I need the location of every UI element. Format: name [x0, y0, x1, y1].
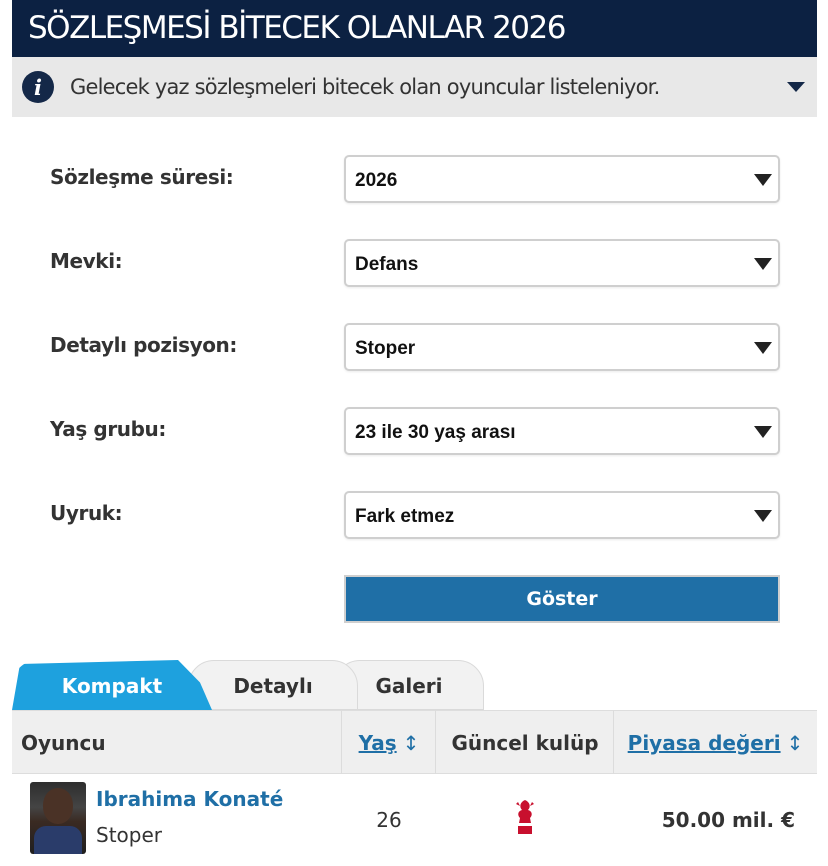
- filter-label: Mevki:: [50, 249, 123, 273]
- sort-icon[interactable]: ↕: [403, 731, 420, 755]
- contract-select[interactable]: 2026: [344, 155, 780, 203]
- dropdown-arrow-icon: [754, 426, 772, 438]
- filter-label: Yaş grubu:: [50, 417, 166, 441]
- filter-label: Detaylı pozisyon:: [50, 333, 237, 357]
- sort-icon[interactable]: ↕: [787, 731, 804, 755]
- age-group-select[interactable]: 23 ile 30 yaş arası: [344, 407, 780, 455]
- filter-row-position: Mevki: Defans: [12, 239, 817, 287]
- sort-market-value-link[interactable]: Piyasa değeri: [628, 731, 781, 755]
- column-header-market-value[interactable]: Piyasa değeri ↕: [614, 711, 817, 775]
- info-text: Gelecek yaz sözleşmeleri bitecek olan oy…: [70, 75, 660, 99]
- select-value: 2026: [355, 170, 398, 191]
- dropdown-arrow-icon: [754, 510, 772, 522]
- filter-row-contract: Sözleşme süresi: 2026: [12, 155, 817, 203]
- column-header-player: Oyuncu: [21, 731, 106, 755]
- table-row: Ibrahima Konaté Stoper 26 50.00 mil. €: [12, 774, 817, 866]
- player-name-link[interactable]: Ibrahima Konaté: [96, 787, 283, 811]
- liverpool-crest-icon[interactable]: [510, 796, 540, 838]
- filter-form: Sözleşme süresi: 2026 Mevki: Defans Deta…: [12, 117, 817, 657]
- tab-kompakt[interactable]: Kompakt: [12, 660, 212, 710]
- select-value: Defans: [355, 254, 419, 275]
- show-button[interactable]: Göster: [344, 575, 780, 623]
- filter-row-age-group: Yaş grubu: 23 ile 30 yaş arası: [12, 407, 817, 455]
- player-age: 26: [376, 808, 402, 832]
- filter-row-detailed-position: Detaylı pozisyon: Stoper: [12, 323, 817, 371]
- table-header: Oyuncu Yaş ↕ Güncel kulüp Piyasa değeri …: [12, 710, 817, 774]
- dropdown-arrow-icon: [754, 342, 772, 354]
- page: SÖZLEŞMESİ BİTECEK OLANLAR 2026 i Gelece…: [0, 0, 828, 866]
- select-value: Stoper: [355, 338, 416, 359]
- player-position: Stoper: [96, 823, 162, 847]
- filter-label: Uyruk:: [50, 501, 123, 525]
- info-icon: i: [22, 71, 54, 103]
- select-value: Fark etmez: [355, 506, 455, 527]
- page-title: SÖZLEŞMESİ BİTECEK OLANLAR 2026: [12, 0, 817, 57]
- view-tabs: Galeri Detaylı Kompakt: [12, 660, 817, 710]
- tab-detayli[interactable]: Detaylı: [188, 660, 358, 710]
- detailed-position-select[interactable]: Stoper: [344, 323, 780, 371]
- position-select[interactable]: Defans: [344, 239, 780, 287]
- column-header-age[interactable]: Yaş ↕: [342, 711, 436, 775]
- chevron-down-icon[interactable]: [787, 82, 805, 92]
- sort-age-link[interactable]: Yaş: [359, 731, 397, 755]
- column-header-club: Güncel kulüp: [451, 731, 599, 755]
- dropdown-arrow-icon: [754, 258, 772, 270]
- nationality-select[interactable]: Fark etmez: [344, 491, 780, 539]
- select-value: 23 ile 30 yaş arası: [355, 422, 516, 443]
- info-bar[interactable]: i Gelecek yaz sözleşmeleri bitecek olan …: [12, 57, 817, 117]
- player-photo[interactable]: [30, 782, 86, 854]
- filter-label: Sözleşme süresi:: [50, 165, 234, 189]
- filter-row-nationality: Uyruk: Fark etmez: [12, 491, 817, 539]
- market-value: 50.00 mil. €: [661, 808, 795, 832]
- dropdown-arrow-icon: [754, 174, 772, 186]
